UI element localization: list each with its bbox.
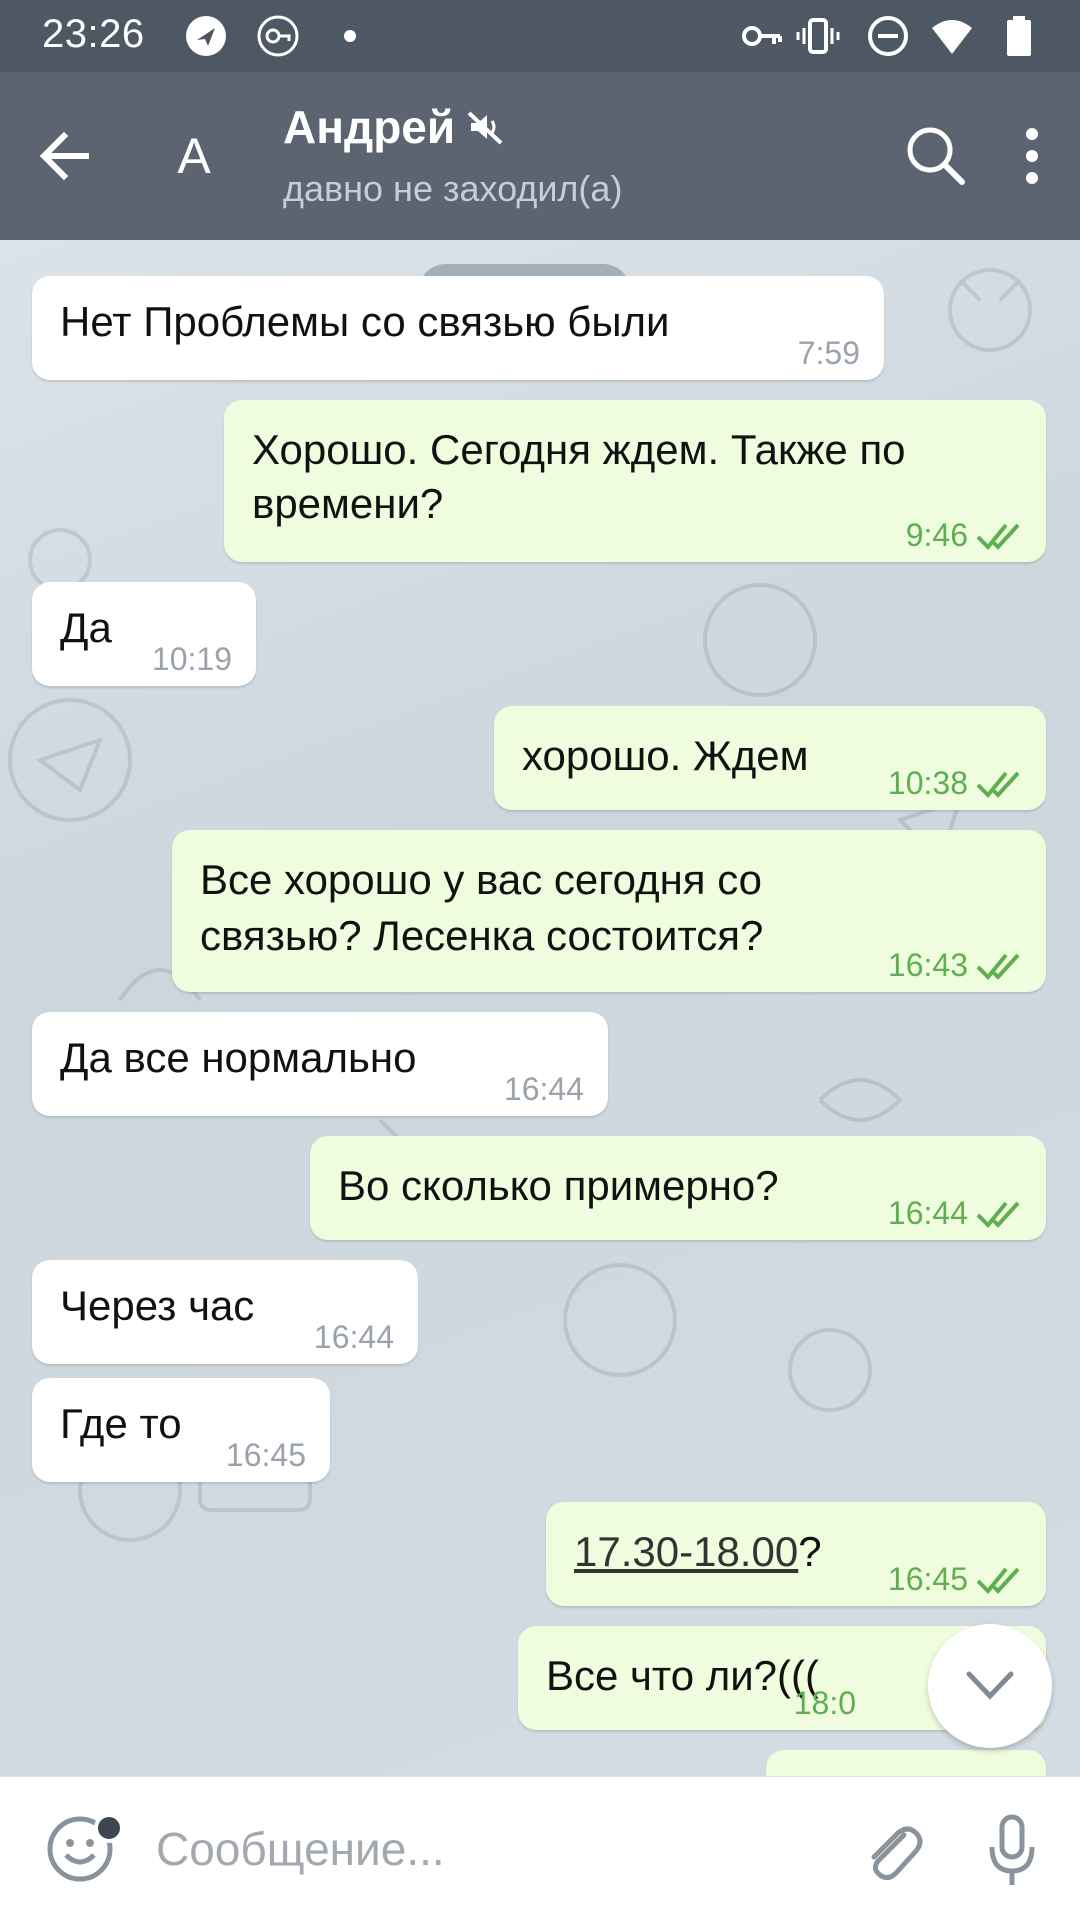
message-text: Через час	[60, 1282, 255, 1329]
message-meta: 10:38	[888, 765, 1022, 802]
message-time: 18:0	[793, 1685, 856, 1721]
status-bar: 23:26	[0, 0, 1080, 72]
vibrate-icon	[796, 14, 840, 58]
read-ticks-icon	[976, 953, 1020, 980]
message-time: 9:46	[905, 517, 968, 553]
message-text: Да все нормально	[60, 1034, 417, 1081]
key-icon	[740, 14, 784, 58]
search-button[interactable]	[900, 120, 972, 192]
attach-button[interactable]	[858, 1817, 926, 1885]
message-bubble-outgoing[interactable]: Хорошо. Сегодня ждем. Также по времени? …	[224, 400, 1046, 562]
message-text: Нет Проблемы со связью были	[60, 298, 670, 345]
message-bubble-incoming[interactable]: Да 10:19	[32, 582, 256, 686]
message-text-line: связью? Лесенка состоится?	[200, 912, 764, 959]
message-bubble-incoming[interactable]: Да все нормально 16:44	[32, 1012, 608, 1116]
message-time: 16:44	[313, 1319, 394, 1355]
message-meta: 16:45	[888, 1561, 1022, 1598]
message-text: хорошо. Ждем	[522, 732, 809, 779]
message-bubble-outgoing[interactable]	[766, 1750, 1046, 1776]
message-meta: 16:44	[314, 1319, 394, 1356]
voice-message-button[interactable]	[984, 1813, 1040, 1889]
more-options-button[interactable]	[1008, 120, 1056, 192]
status-time: 23:26	[42, 12, 145, 56]
message-meta: 16:43	[888, 947, 1022, 984]
message-time: 10:19	[151, 641, 232, 677]
message-time: 16:43	[887, 947, 968, 983]
read-ticks-icon	[976, 523, 1020, 550]
message-bubble-outgoing[interactable]: 17.30-18.00? 16:45	[546, 1502, 1046, 1606]
message-text: Все что ли?(((	[546, 1652, 819, 1699]
paperclip-icon	[871, 1826, 923, 1881]
message-meta: 16:45	[226, 1437, 306, 1474]
chevron-down-icon	[966, 1671, 1014, 1700]
search-icon	[907, 127, 965, 185]
message-meta: 16:44	[504, 1071, 584, 1108]
message-time: 16:44	[887, 1195, 968, 1231]
last-seen-status: давно не заходил(а)	[283, 168, 623, 209]
message-text: Да	[60, 604, 112, 651]
message-time: 10:38	[887, 765, 968, 801]
navigation-app-icon	[184, 14, 228, 58]
message-bubble-incoming[interactable]: Где то 16:45	[32, 1378, 330, 1482]
message-meta: 18:0	[794, 1685, 856, 1722]
message-text-line: Хорошо. Сегодня ждем. Также по	[252, 426, 906, 473]
do-not-disturb-icon	[866, 14, 910, 58]
message-time: 7:59	[797, 335, 860, 371]
avatar[interactable]: А	[160, 122, 228, 190]
vpn-key-icon	[256, 14, 300, 58]
message-bubble-outgoing[interactable]: Во сколько примерно? 16:44	[310, 1136, 1046, 1240]
message-meta: 7:59	[798, 335, 860, 372]
contact-name: Андрей	[283, 101, 456, 153]
message-bubble-incoming[interactable]: Нет Проблемы со связью были 7:59	[32, 276, 884, 380]
chat-title[interactable]: Андрей	[283, 100, 505, 154]
message-text-suffix: ?	[798, 1528, 822, 1575]
microphone-icon	[989, 1814, 1035, 1885]
message-bubble-incoming[interactable]: Через час 16:44	[32, 1260, 418, 1364]
read-ticks-icon	[976, 1201, 1020, 1228]
message-text: Во сколько примерно?	[338, 1162, 779, 1209]
message-bubble-outgoing[interactable]: хорошо. Ждем 10:38	[494, 706, 1046, 810]
more-vert-icon	[1026, 128, 1038, 184]
arrow-left-icon	[39, 131, 89, 181]
wifi-icon	[930, 14, 974, 58]
battery-icon	[1004, 14, 1034, 58]
message-meta: 9:46	[906, 517, 1022, 554]
message-meta: 10:19	[152, 641, 232, 678]
message-composer	[0, 1776, 1080, 1920]
message-text-line: Все хорошо у вас сегодня со	[200, 856, 763, 903]
message-meta: 16:44	[888, 1195, 1022, 1232]
message-time: 16:44	[503, 1071, 584, 1107]
message-text-line: времени?	[252, 480, 444, 527]
message-time: 16:45	[887, 1561, 968, 1597]
notification-dot-icon	[340, 14, 360, 58]
back-button[interactable]	[32, 122, 100, 190]
scroll-to-bottom-button[interactable]	[928, 1624, 1052, 1748]
read-ticks-icon	[976, 1567, 1020, 1594]
message-input[interactable]	[156, 1817, 816, 1881]
message-list[interactable]: 21 ноября Нет Проблемы со связью были 7:…	[0, 240, 1080, 1776]
time-range-link[interactable]: 17.30-18.00	[574, 1528, 798, 1575]
chat-header: А Андрей давно не заходил(а)	[0, 72, 1080, 240]
message-text: 17.30-18.00?	[574, 1524, 822, 1580]
message-time: 16:45	[225, 1437, 306, 1473]
message-bubble-outgoing[interactable]: Все хорошо у вас сегодня со связью? Лесе…	[172, 830, 1046, 992]
read-ticks-icon	[976, 771, 1020, 798]
muted-icon	[465, 107, 505, 147]
message-text: Где то	[60, 1400, 182, 1447]
new-indicator-dot	[94, 1813, 124, 1843]
